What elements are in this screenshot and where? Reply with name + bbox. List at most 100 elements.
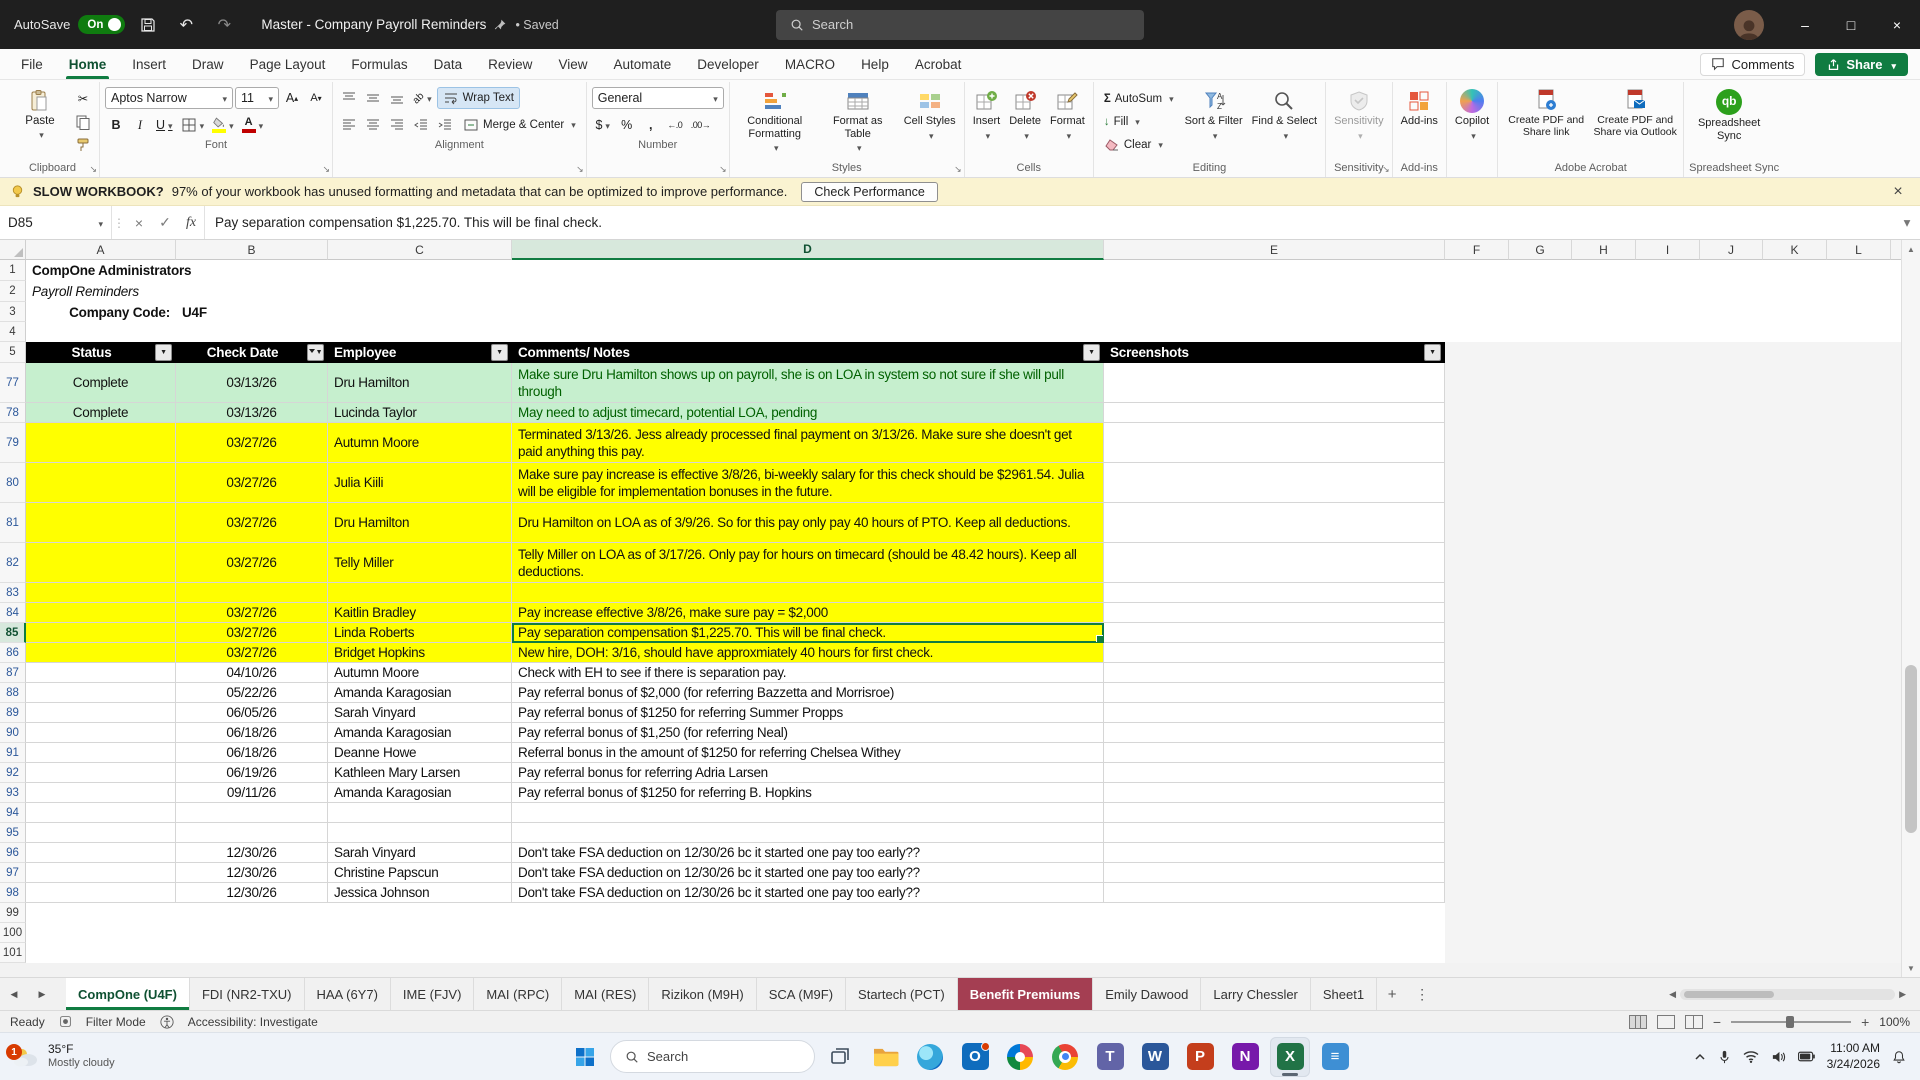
cell-C94[interactable] [328, 803, 512, 823]
onenote-button[interactable]: N [1225, 1037, 1265, 1077]
accounting-format-button[interactable]: $ [592, 115, 614, 136]
cell-E99[interactable] [1104, 903, 1445, 923]
cell-A80[interactable] [26, 463, 176, 503]
cell-E87[interactable] [1104, 663, 1445, 683]
cell-E98[interactable] [1104, 883, 1445, 903]
filter-button-notes[interactable] [1083, 344, 1100, 361]
cell-D89[interactable]: Pay referral bonus of $1250 for referrin… [512, 703, 1104, 723]
cell-D94[interactable] [512, 803, 1104, 823]
row-header-81[interactable]: 81 [0, 503, 26, 543]
sheet-nav-right-icon[interactable]: ▶ [28, 978, 56, 1010]
account-avatar[interactable] [1734, 9, 1764, 40]
row-header-84[interactable]: 84 [0, 603, 26, 623]
cell-D84[interactable]: Pay increase effective 3/8/26, make sure… [512, 603, 1104, 623]
battery-icon[interactable] [1797, 1051, 1815, 1062]
row-header-97[interactable]: 97 [0, 863, 26, 883]
cell-B81[interactable]: 03/27/26 [176, 503, 328, 543]
cell-B80[interactable]: 03/27/26 [176, 463, 328, 503]
ribbon-tab-review[interactable]: Review [475, 49, 545, 79]
cell-D86[interactable]: New hire, DOH: 3/16, should have approxm… [512, 643, 1104, 663]
cell-B96[interactable]: 12/30/26 [176, 843, 328, 863]
cell-C83[interactable] [328, 583, 512, 603]
zoom-in-icon[interactable]: + [1861, 1014, 1869, 1030]
sort-filter-button[interactable]: AZ Sort & Filter [1182, 85, 1246, 161]
wrap-text-button[interactable]: Wrap Text [436, 87, 521, 109]
ribbon-tab-formulas[interactable]: Formulas [338, 49, 420, 79]
cell-B97[interactable]: 12/30/26 [176, 863, 328, 883]
ribbon-tab-automate[interactable]: Automate [600, 49, 684, 79]
align-middle-button[interactable] [362, 88, 384, 109]
cell-A91[interactable] [26, 743, 176, 763]
powerpoint-button[interactable]: P [1180, 1037, 1220, 1077]
align-bottom-button[interactable] [386, 88, 408, 109]
cell-D88[interactable]: Pay referral bonus of $2,000 (for referr… [512, 683, 1104, 703]
cell-A1[interactable]: CompOne Administrators [26, 260, 192, 281]
maximize-icon[interactable]: □ [1828, 0, 1874, 49]
taskbar-search[interactable]: Search [610, 1040, 815, 1073]
cell-D85[interactable]: Pay separation compensation $1,225.70. T… [512, 623, 1104, 643]
cell-D96[interactable]: Don't take FSA deduction on 12/30/26 bc … [512, 843, 1104, 863]
ribbon-tab-macro[interactable]: MACRO [772, 49, 848, 79]
cell-C92[interactable]: Kathleen Mary Larsen [328, 763, 512, 783]
saved-status[interactable]: • Saved [515, 18, 558, 32]
cell-E79[interactable] [1104, 423, 1445, 463]
cell-B82[interactable]: 03/27/26 [176, 543, 328, 583]
sensitivity-button[interactable]: Sensitivity [1331, 85, 1387, 161]
row-header-86[interactable]: 86 [0, 643, 26, 663]
weather-widget[interactable]: 1 35°F Mostly cloudy [0, 1042, 220, 1071]
cell-D81[interactable]: Dru Hamilton on LOA as of 3/9/26. So for… [512, 503, 1104, 543]
row-header-99[interactable]: 99 [0, 903, 26, 923]
insert-cells-button[interactable]: Insert [970, 85, 1004, 161]
document-title[interactable]: Master - Company Payroll Reminders [261, 17, 486, 32]
cell-C78[interactable]: Lucinda Taylor [328, 403, 512, 423]
cell-A92[interactable] [26, 763, 176, 783]
sheet-tab-sheet1[interactable]: Sheet1 [1311, 978, 1378, 1010]
page-break-view-icon[interactable] [1684, 1014, 1703, 1029]
row-header-2[interactable]: 2 [0, 281, 26, 302]
row-header-82[interactable]: 82 [0, 543, 26, 583]
sheet-tab-mai-res-[interactable]: MAI (RES) [562, 978, 650, 1010]
header-notes[interactable]: Comments/ Notes [512, 342, 1104, 363]
cell-A93[interactable] [26, 783, 176, 803]
cell-C98[interactable]: Jessica Johnson [328, 883, 512, 903]
cell-A89[interactable] [26, 703, 176, 723]
cell-E92[interactable] [1104, 763, 1445, 783]
format-painter-button[interactable] [72, 134, 94, 155]
decrease-decimal-button[interactable]: .00→ [688, 115, 714, 136]
create-pdf-share-link-button[interactable]: Create PDF and Share link [1503, 85, 1589, 161]
cell-B98[interactable]: 12/30/26 [176, 883, 328, 903]
row-header-5[interactable]: 5 [0, 342, 26, 363]
clipboard-dialog-launcher-icon[interactable]: ↘ [89, 165, 97, 174]
cell-A82[interactable] [26, 543, 176, 583]
task-view-button[interactable] [820, 1037, 860, 1077]
cell-E91[interactable] [1104, 743, 1445, 763]
formula-bar-expand-icon[interactable]: ▾ [1894, 206, 1920, 239]
cell-A86[interactable] [26, 643, 176, 663]
zoom-out-icon[interactable]: − [1713, 1014, 1721, 1030]
comments-button[interactable]: Comments [1700, 52, 1806, 76]
cell-D79[interactable]: Terminated 3/13/26. Jess already process… [512, 423, 1104, 463]
cell-E84[interactable] [1104, 603, 1445, 623]
filter-button-screenshots[interactable] [1424, 344, 1441, 361]
cell-E86[interactable] [1104, 643, 1445, 663]
word-button[interactable]: W [1135, 1037, 1175, 1077]
row-header-1[interactable]: 1 [0, 260, 26, 281]
number-dialog-launcher-icon[interactable]: ↘ [719, 165, 727, 174]
cell-E80[interactable] [1104, 463, 1445, 503]
row-header-90[interactable]: 90 [0, 723, 26, 743]
notification-close-icon[interactable]: × [1886, 183, 1910, 201]
cell-B78[interactable]: 03/13/26 [176, 403, 328, 423]
cell-B101[interactable] [176, 943, 328, 963]
macro-record-icon[interactable] [59, 1015, 72, 1028]
column-header-H[interactable]: H [1572, 240, 1636, 260]
cell-C95[interactable] [328, 823, 512, 843]
spreadsheet-sync-button[interactable]: qb Spreadsheet Sync [1689, 85, 1769, 161]
cell-C85[interactable]: Linda Roberts [328, 623, 512, 643]
increase-indent-button[interactable] [434, 115, 456, 136]
cell-C88[interactable]: Amanda Karagosian [328, 683, 512, 703]
copilot-button[interactable]: Copilot [1452, 85, 1492, 173]
bold-button[interactable]: B [105, 115, 127, 136]
select-all-corner[interactable] [0, 240, 26, 260]
cell-D95[interactable] [512, 823, 1104, 843]
sheet-tab-fdi-nr2-txu-[interactable]: FDI (NR2-TXU) [190, 978, 305, 1010]
